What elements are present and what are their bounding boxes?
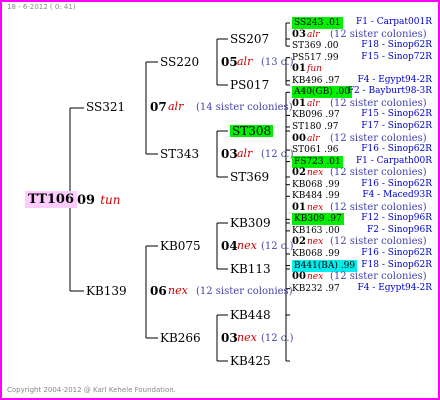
- leaf-generation-year: alr: [307, 98, 320, 109]
- grandparent-num: 04: [221, 239, 238, 253]
- leaf-generation-num: 00: [292, 132, 306, 144]
- leaf-sister-colonies: (12 sister colonies): [330, 28, 427, 40]
- grandparent-year: nex: [237, 239, 257, 252]
- grandparent-sisters: (12 c.): [261, 333, 294, 344]
- leaf-generation-year: alr: [307, 29, 320, 40]
- leaf-generation-year: alr: [307, 133, 320, 144]
- grandparent-sisters: (12 c.): [261, 241, 294, 252]
- origin-label: F18 - Sinop62R: [361, 40, 432, 51]
- leaf-generation-num: 02: [292, 236, 306, 248]
- great-grandparent-id[interactable]: SS207: [230, 33, 269, 45]
- great-grandparent-id[interactable]: KB113: [230, 263, 271, 275]
- leaf-generation-num: 01: [292, 63, 306, 75]
- grandparent-id[interactable]: KB075: [160, 240, 201, 252]
- leaf-colony[interactable]: ST180 .97: [292, 121, 339, 133]
- root-generation: 09 tun: [77, 193, 120, 207]
- leaf-colony[interactable]: KB096 .97: [292, 109, 340, 121]
- leaf-colony[interactable]: A40(GB) .00: [292, 86, 352, 99]
- origin-label: F15 - Sinop72R: [361, 51, 432, 62]
- great-grandparent-id[interactable]: KB309: [230, 217, 271, 229]
- leaf-sister-colonies: (12 sister colonies): [330, 236, 427, 248]
- leaf-colony[interactable]: B441(BA) .99: [292, 259, 358, 272]
- great-grandparent-id[interactable]: KB448: [230, 309, 271, 321]
- leaf-sister-colonies: (12 sister colonies): [330, 271, 427, 283]
- grandparent-year: nex: [237, 331, 257, 344]
- parent-num: 06: [150, 284, 167, 298]
- leaf-generation-year: nex: [307, 202, 324, 213]
- grandparent-num: 03: [221, 331, 238, 345]
- origin-label: F18 - Sinop62R: [361, 259, 432, 270]
- grandparent-year: alr: [237, 147, 253, 160]
- origin-label: F4 - Egypt94-2R: [357, 282, 432, 293]
- parent-sisters: (14 sister colonies): [196, 102, 293, 113]
- root-year: tun: [100, 193, 121, 207]
- leaf-generation-num: 01: [292, 201, 306, 213]
- leaf-colony[interactable]: ST061 .96: [292, 144, 339, 156]
- root-id: TT106: [28, 192, 75, 207]
- leaf-colony[interactable]: KB232 .97: [292, 283, 340, 295]
- leaf-colony[interactable]: KB068 .99: [292, 179, 340, 191]
- leaf-generation-year: nex: [307, 237, 324, 248]
- copyright-footer: Copyright 2004-2012 @ Karl Kehele Founda…: [7, 386, 176, 394]
- leaf-sister-colonies: (12 sister colonies): [330, 132, 427, 144]
- leaf-generation-year: nex: [307, 272, 324, 283]
- leaf-generation-num: 00: [292, 271, 306, 283]
- origin-label: F16 - Sinop62R: [361, 178, 432, 189]
- leaf-generation-year: nex: [307, 168, 324, 179]
- grandparent-id[interactable]: ST343: [160, 148, 199, 160]
- leaf-colony[interactable]: KB163 .00: [292, 225, 340, 237]
- leaf-generation-num: 01: [292, 97, 306, 109]
- parent-id[interactable]: KB139: [86, 285, 127, 297]
- origin-label: F17 - Sinop62R: [361, 120, 432, 131]
- parent-id[interactable]: SS321: [86, 101, 125, 113]
- leaf-colony[interactable]: ST369 .00: [292, 40, 339, 52]
- parent-year: nex: [168, 284, 188, 297]
- origin-label: F16 - Sinop62R: [361, 248, 432, 258]
- leaf-colony[interactable]: KB484 .99: [292, 190, 340, 202]
- origin-label: F16 - Sinop62R: [361, 144, 432, 155]
- leaf-sister-colonies: (12 sister colonies): [330, 97, 427, 109]
- leaf-colony[interactable]: KB068 .99: [292, 248, 340, 260]
- grandparent-id[interactable]: KB266: [160, 332, 201, 344]
- leaf-colony[interactable]: KB496 .97: [292, 75, 340, 87]
- great-grandparent-id[interactable]: KB425: [230, 355, 271, 367]
- grandparent-sisters: (12 c.): [261, 149, 294, 160]
- leaf-colony[interactable]: KB309 .97: [292, 213, 344, 226]
- leaf-generation-year: fun: [307, 64, 322, 75]
- parent-year: alr: [168, 100, 184, 113]
- origin-label: F1 - Carpath00R: [355, 155, 432, 166]
- leaf-sister-colonies: (12 sister colonies): [330, 201, 427, 213]
- great-grandparent-id[interactable]: PS017: [230, 79, 269, 91]
- root-colony[interactable]: TT106: [25, 191, 78, 208]
- origin-label: F15 - Sinop62R: [361, 109, 432, 120]
- origin-label: F4 - Maced93R: [362, 190, 432, 201]
- origin-label: F1 - Carpat001R: [356, 17, 432, 27]
- origin-label: F12 - Sinop96R: [361, 213, 432, 224]
- grandparent-id[interactable]: SS220: [160, 56, 199, 68]
- leaf-colony[interactable]: PS517 .99: [292, 52, 339, 64]
- grandparent-year: alr: [237, 55, 253, 68]
- origin-label: F4 - Egypt94-2R: [357, 74, 432, 85]
- great-grandparent-id[interactable]: ST369: [230, 171, 269, 183]
- great-grandparent-id[interactable]: ST308: [230, 125, 274, 137]
- grandparent-num: 05: [221, 55, 238, 69]
- grandparent-num: 03: [221, 147, 238, 161]
- leaf-generation-num: 02: [292, 167, 306, 179]
- leaf-generation-num: 03: [292, 28, 306, 40]
- parent-num: 07: [150, 100, 167, 114]
- parent-sisters: (12 sister colonies): [196, 286, 293, 297]
- root-num: 09: [77, 193, 96, 208]
- leaf-colony[interactable]: FS723 .01: [292, 155, 343, 168]
- origin-label: F2 - Sinop96R: [367, 224, 432, 235]
- leaf-sister-colonies: (12 sister colonies): [330, 167, 427, 179]
- leaf-colony[interactable]: SS243 .01: [292, 17, 343, 29]
- origin-label: F2 - Bayburt98-3R: [347, 86, 432, 97]
- grandparent-sisters: (13 c.): [261, 57, 294, 68]
